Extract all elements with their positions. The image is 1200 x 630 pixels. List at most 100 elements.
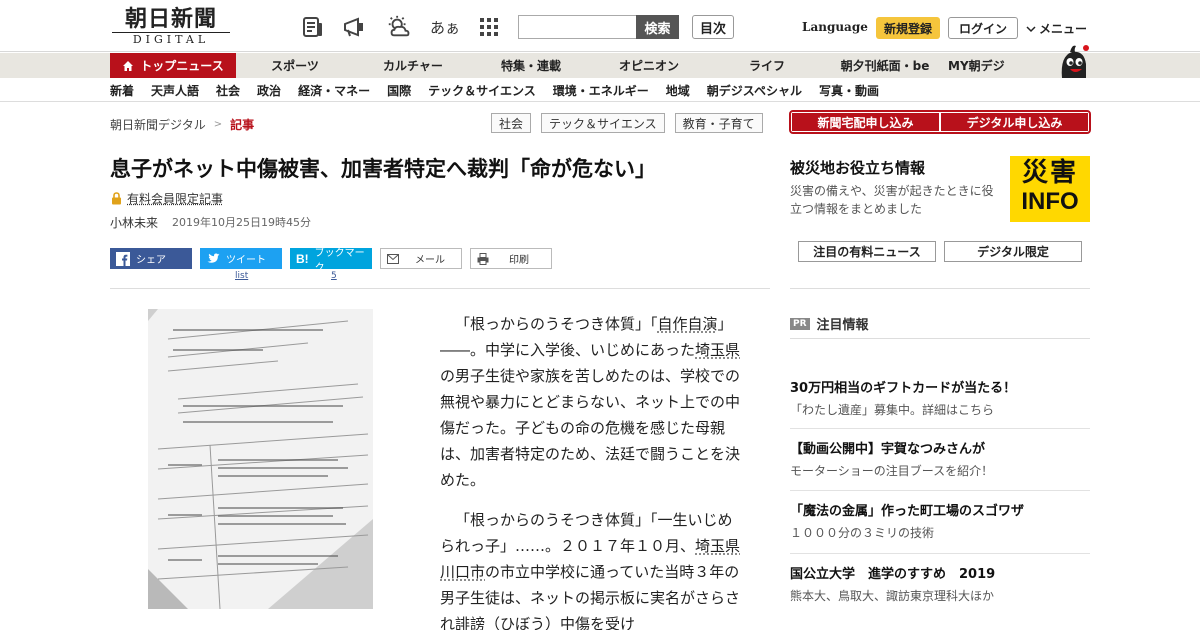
site-header: 朝日新聞 DIGITAL あぁ 検索 目次 Language 新規登録 ログイン… [0,0,1200,52]
nav2-society[interactable]: 社会 [216,82,240,99]
disaster-banner-bottom: INFO [1021,188,1079,215]
mail-share-button[interactable]: メール [380,248,462,269]
breadcrumb-current: 記事 [230,118,255,132]
keyword-link-kawaguchi[interactable]: 川口市 [440,563,485,581]
nav-top-news[interactable]: トップニュース [110,53,236,78]
nav-life[interactable]: ライフ [708,53,826,78]
logo-main-text: 朝日新聞 [124,6,217,32]
grid-menu-icon[interactable] [476,14,502,40]
divider [790,288,1090,289]
nav-sports[interactable]: スポーツ [236,53,354,78]
breadcrumb-separator: > [213,119,223,130]
font-size-icon-text: あぁ [430,18,461,37]
promo-desc: 熊本大、鳥取大、諏訪東京理科大ほか [790,589,995,603]
newspaper-icon[interactable] [300,14,326,40]
promo-item[interactable]: 「魔法の金属」作った町工場のスゴワザ １０００分の３ミリの技術 [790,503,1090,542]
author-name: 小林未来 [110,216,159,230]
logo-sub-text: DIGITAL [112,32,230,46]
nav2-environment[interactable]: 環境・エネルギー [553,82,649,99]
paid-news-button[interactable]: 注目の有料ニュース [798,241,936,262]
disaster-info-desc[interactable]: 災害の備えや、災害が起きたときに役立つ情報をまとめました [790,182,1000,218]
signup-button[interactable]: 新規登録 [876,17,940,39]
nav-top-news-label: トップニュース [140,59,224,73]
search-input[interactable] [518,15,637,39]
nav2-special[interactable]: 朝デジスペシャル [707,82,802,99]
digital-only-button[interactable]: デジタル限定 [944,241,1082,262]
divider [790,338,1090,339]
disaster-info-title[interactable]: 被災地お役立ち情報 [790,157,925,178]
nav-newspaper[interactable]: 朝夕刊紙面・be [826,53,944,78]
tag-education[interactable]: 教育・子育て [674,113,763,133]
secondary-nav: 新着 天声人語 社会 政治 経済・マネー 国際 テック＆サイエンス 環境・エネル… [0,78,1200,102]
font-size-icon[interactable]: あぁ [430,14,460,40]
digital-subscribe-button[interactable]: デジタル申し込み [941,113,1088,131]
facebook-share-button[interactable]: シェア [110,248,192,269]
nav2-economy[interactable]: 経済・マネー [298,82,370,99]
primary-nav: トップニュース スポーツ カルチャー 特集・連載 オピニオン ライフ 朝夕刊紙面… [0,53,1200,78]
article-title: 息子がネット中傷被害、加害者特定へ裁判「命が危ない」 [110,157,656,181]
facebook-share-label: シェア [136,255,166,266]
twitter-tweet-button[interactable]: ツイート [200,248,282,269]
promo-item[interactable]: 国公立大学 進学のすすめ 2019 熊本大、鳥取大、諏訪東京理科大ほか [790,566,1090,605]
promo-item[interactable]: 【動画公開中】宇賀なつみさんが モーターショーの注目ブースを紹介！ [790,441,1090,480]
newspaper-subscribe-button[interactable]: 新聞宅配申し込み [792,113,939,131]
attention-title: 注目情報 [816,318,869,333]
nav2-region[interactable]: 地域 [666,82,690,99]
nav2-tech[interactable]: テック＆サイエンス [428,82,536,99]
article-paragraph-2: 「根っからのうそつき体質」「一生いじめられっ子」……。２０１７年１０月、埼玉県 … [440,507,745,630]
hatena-bookmark-count[interactable]: 5 [331,271,337,281]
hatena-bookmark-button[interactable]: B! ブックマーク [290,248,372,274]
keyword-link-saitama[interactable]: 埼玉県 [695,341,740,359]
share-buttons: シェア ツイート B! ブックマーク メール 印刷 [110,248,552,274]
nav2-new[interactable]: 新着 [110,82,134,99]
menu-button[interactable]: メニュー [1026,20,1087,37]
toc-button[interactable]: 目次 [692,15,734,39]
keyword-link-saitama-2[interactable]: 埼玉県 [695,537,740,555]
promo-title: 「魔法の金属」作った町工場のスゴワザ [790,504,1025,519]
megaphone-icon[interactable] [342,14,368,40]
article-photo[interactable] [148,309,373,609]
nav2-politics[interactable]: 政治 [257,82,281,99]
print-label: 印刷 [509,255,529,266]
weather-icon[interactable] [386,14,412,40]
article-body: 「根っからのうそつき体質」「自作自演」――。中学に入学後、いじめにあった埼玉県の… [440,311,745,630]
paid-member-text[interactable]: 有料会員限定記事 [127,190,223,207]
tag-tech[interactable]: テック＆サイエンス [541,113,665,133]
breadcrumb-home[interactable]: 朝日新聞デジタル [110,116,206,133]
promo-title: 30万円相当のギフトカードが当たる！ [790,381,1017,396]
nav2-photo[interactable]: 写真・動画 [819,82,879,99]
print-icon [477,252,489,265]
promo-title: 国公立大学 進学のすすめ 2019 [790,567,996,582]
nav2-international[interactable]: 国際 [387,82,411,99]
print-button[interactable]: 印刷 [470,248,552,269]
divider [790,553,1090,554]
attention-section-header: PR 注目情報 [790,314,869,333]
facebook-icon [116,251,130,266]
promo-desc: 「わたし遺産」募集中。詳細はこちら [790,403,995,417]
chevron-down-icon [1026,25,1036,32]
byline: 小林未来 2019年10月25日19時45分 [110,214,311,231]
promo-item[interactable]: 30万円相当のギフトカードが当たる！ 「わたし遺産」募集中。詳細はこちら [790,380,1090,419]
keyword-link-jisakujien[interactable]: 自作自演 [658,315,718,333]
nav-features[interactable]: 特集・連載 [472,53,590,78]
nav2-tenseijingo[interactable]: 天声人語 [151,82,199,99]
twitter-share-count[interactable]: list [235,271,248,281]
nav-culture[interactable]: カルチャー [354,53,472,78]
divider [790,490,1090,491]
tag-society[interactable]: 社会 [491,113,532,133]
p2-text-b: の市立中学校に通っていた当時３年の男子生徒は、ネットの掲示板に実名がさらされ誹謗… [440,563,741,630]
subscription-box: 新聞宅配申し込み デジタル申し込み [789,110,1091,134]
publish-date: 2019年10月25日19時45分 [172,216,311,229]
search-button[interactable]: 検索 [636,15,679,39]
disaster-info-banner[interactable]: 災害 INFO [1010,156,1090,222]
nav-opinion[interactable]: オピニオン [590,53,708,78]
site-logo[interactable]: 朝日新聞 DIGITAL [112,7,230,47]
mail-share-label: メール [415,255,445,266]
mascot-icon[interactable] [1056,42,1092,80]
promo-title: 【動画公開中】宇賀なつみさんが [790,442,986,457]
article-paragraph-1: 「根っからのうそつき体質」「自作自演」――。中学に入学後、いじめにあった埼玉県の… [440,311,745,493]
language-link[interactable]: Language [802,20,868,34]
login-button[interactable]: ログイン [948,17,1018,39]
promo-desc: １０００分の３ミリの技術 [790,526,935,540]
nav-my-asadigi[interactable]: MY朝デジ [944,53,1028,78]
